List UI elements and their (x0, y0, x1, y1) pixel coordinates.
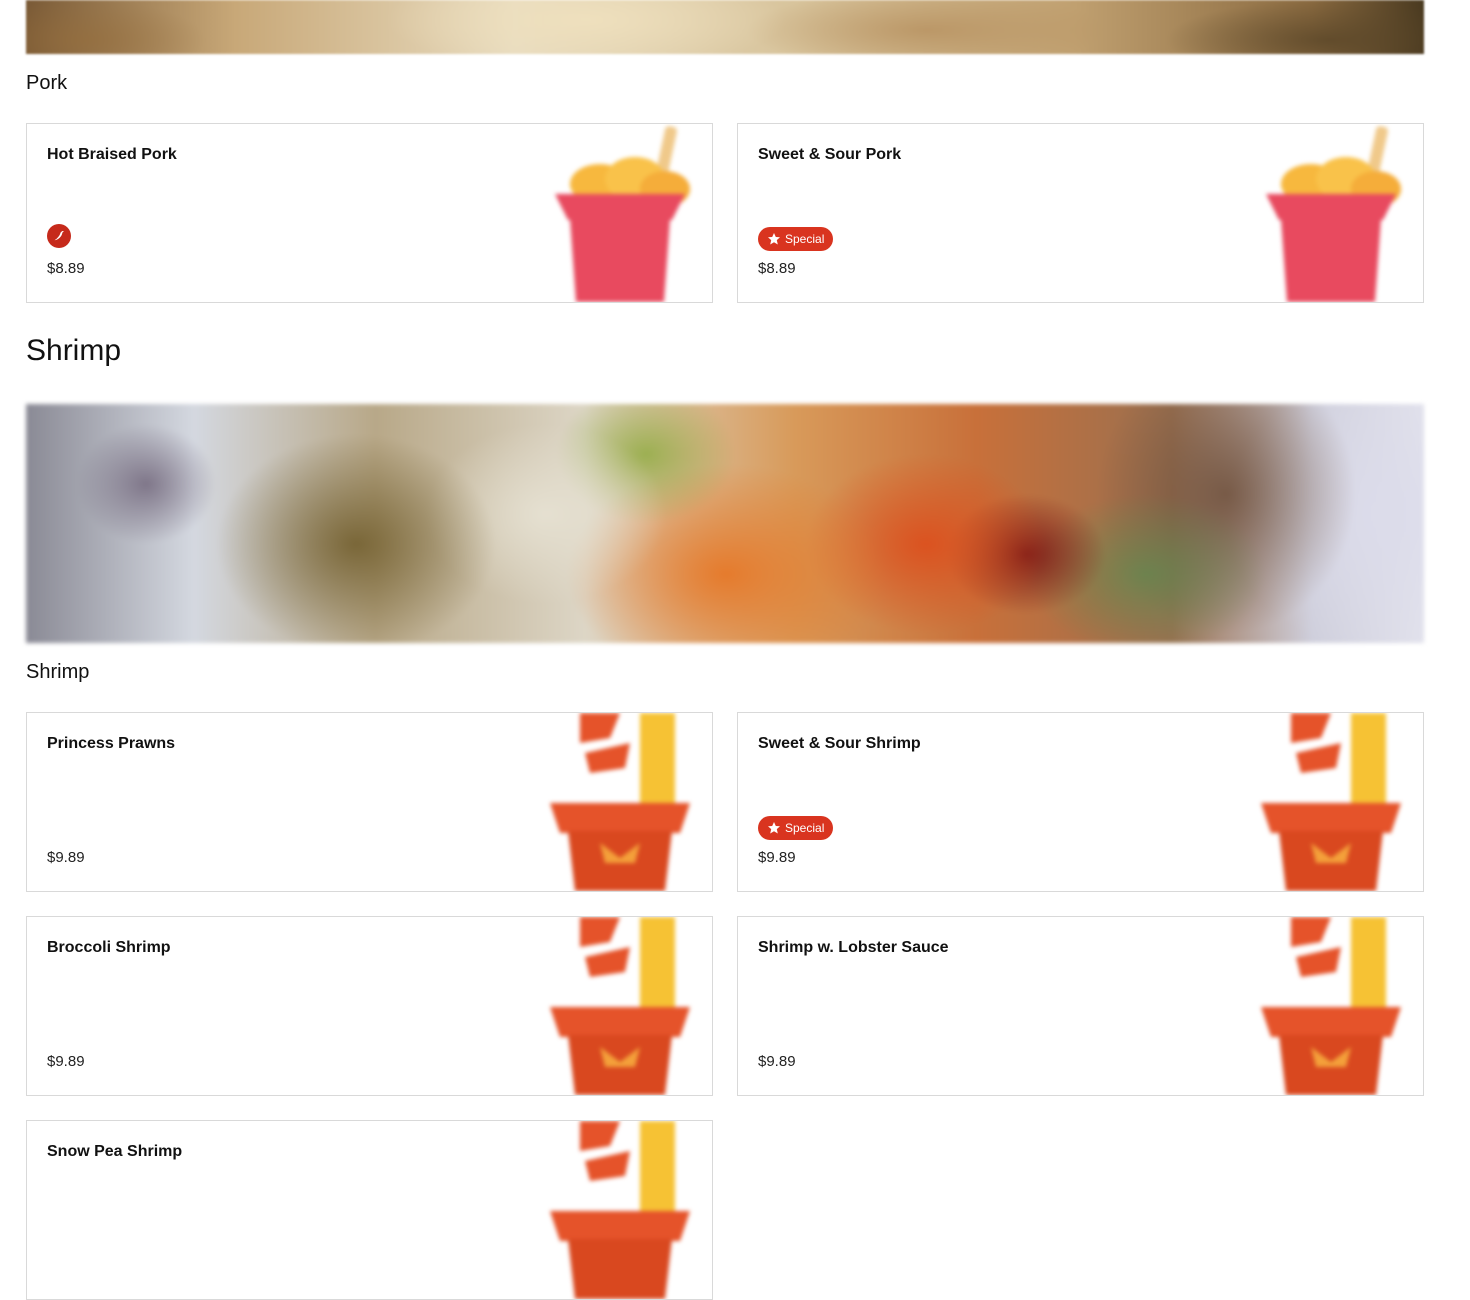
category-subtitle-shrimp: Shrimp (26, 661, 90, 683)
menu-item-name: Sweet & Sour Shrimp (758, 735, 921, 752)
food-box-icon (1251, 713, 1411, 891)
menu-item-card[interactable]: Princess Prawns $9.89 (26, 712, 713, 892)
menu-item-name: Shrimp w. Lobster Sauce (758, 939, 949, 956)
food-box-icon (1251, 917, 1411, 1095)
food-box-icon (1251, 124, 1411, 302)
menu-item-price: $9.89 (758, 849, 796, 866)
menu-item-name: Snow Pea Shrimp (47, 1143, 183, 1160)
menu-item-price: $8.89 (758, 260, 796, 277)
menu-item-card[interactable]: Shrimp w. Lobster Sauce $9.89 (737, 916, 1424, 1096)
menu-item-price: $8.89 (47, 260, 85, 277)
menu-item-name: Broccoli Shrimp (47, 939, 171, 956)
special-badge-label: Special (785, 232, 825, 246)
star-icon (768, 233, 780, 245)
food-box-icon (540, 1121, 700, 1299)
food-box-icon (540, 124, 700, 302)
menu-item-name: Princess Prawns (47, 735, 176, 752)
menu-item-card[interactable]: Sweet & Sour Shrimp Special $9.89 (737, 712, 1424, 892)
menu-item-name: Hot Braised Pork (47, 146, 177, 163)
food-box-icon (540, 713, 700, 891)
special-badge: Special (758, 816, 833, 840)
food-box-icon (540, 917, 700, 1095)
menu-item-card[interactable]: Sweet & Sour Pork Special $8.89 (737, 123, 1424, 303)
category-banner-image-shrimp (26, 404, 1424, 643)
category-subtitle-pork: Pork (26, 72, 68, 94)
menu-item-card[interactable]: Broccoli Shrimp $9.89 (26, 916, 713, 1096)
menu-item-price: $9.89 (47, 849, 85, 866)
menu-item-card[interactable]: Hot Braised Pork $8.89 (26, 123, 713, 303)
menu-item-name: Sweet & Sour Pork (758, 146, 902, 163)
star-icon (768, 822, 780, 834)
menu-item-price: $9.89 (47, 1053, 85, 1070)
category-banner-image-top (26, 0, 1424, 54)
menu-item-price: $9.89 (758, 1053, 796, 1070)
special-badge-label: Special (785, 821, 825, 835)
menu-item-card[interactable]: Snow Pea Shrimp (26, 1120, 713, 1300)
category-title-shrimp: Shrimp (26, 334, 122, 367)
chili-pepper-icon (47, 224, 71, 248)
special-badge: Special (758, 227, 833, 251)
